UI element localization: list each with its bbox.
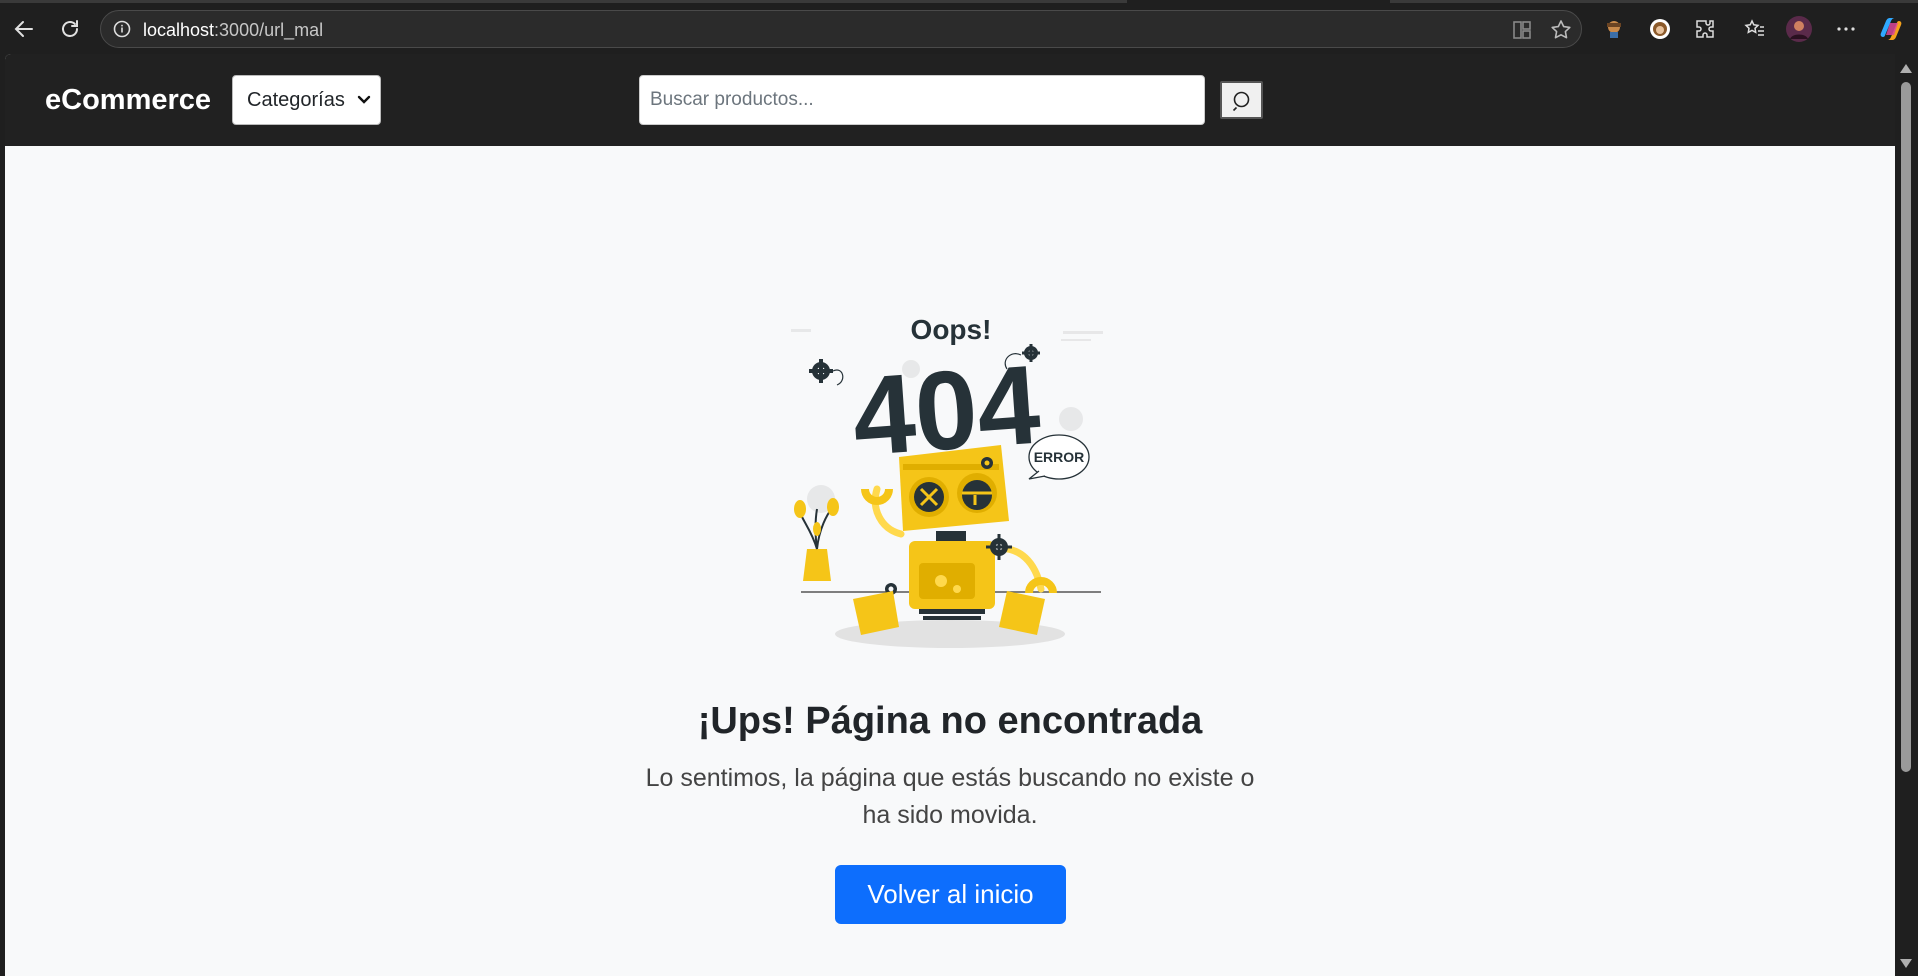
gear-icon bbox=[981, 457, 993, 469]
copilot-button[interactable] bbox=[1877, 15, 1905, 43]
profile-avatar[interactable] bbox=[1785, 15, 1813, 43]
address-bar[interactable]: localhost:3000/url_mal bbox=[100, 10, 1582, 48]
scroll-up-arrow[interactable] bbox=[1900, 64, 1912, 73]
extension-character-icon bbox=[1607, 21, 1621, 38]
apps-icon[interactable] bbox=[1511, 19, 1533, 41]
error-speech-bubble: ERROR bbox=[1028, 434, 1090, 480]
url-host: localhost bbox=[143, 20, 215, 40]
profile-photo-icon bbox=[1786, 16, 1812, 42]
error-message: Lo sentimos, la página que estás buscand… bbox=[645, 764, 1255, 829]
reload-icon bbox=[62, 20, 78, 37]
oops-text: Oops! bbox=[911, 314, 992, 345]
favorites-list-icon bbox=[1744, 19, 1764, 36]
site-info-icon[interactable] bbox=[112, 19, 132, 39]
reload-button[interactable] bbox=[54, 13, 86, 45]
categories-label: Categorías bbox=[247, 88, 345, 111]
extension-profile-icon[interactable] bbox=[1646, 15, 1674, 43]
chevron-down-icon bbox=[357, 95, 371, 104]
robot-left-foot bbox=[853, 591, 899, 635]
more-menu-button[interactable] bbox=[1832, 15, 1860, 43]
robot-right-foot bbox=[999, 591, 1045, 635]
browser-toolbar: localhost:3000/url_mal bbox=[0, 0, 1918, 54]
copilot-icon bbox=[1880, 18, 1902, 40]
back-home-button[interactable]: Volver al inicio bbox=[835, 865, 1066, 924]
back-arrow-icon bbox=[14, 21, 33, 37]
monkey-icon bbox=[1650, 19, 1670, 39]
search-input[interactable] bbox=[639, 75, 1205, 125]
scrollbar-thumb[interactable] bbox=[1901, 82, 1911, 772]
puzzle-icon bbox=[1696, 20, 1714, 38]
ellipsis-icon bbox=[1837, 27, 1855, 31]
favorites-button[interactable] bbox=[1741, 15, 1769, 43]
gear-icon bbox=[809, 359, 833, 383]
search-button[interactable] bbox=[1220, 81, 1263, 119]
categories-dropdown[interactable]: Categorías bbox=[232, 75, 381, 125]
robot-head bbox=[899, 445, 1009, 531]
page-viewport: eCommerce Categorías Oops! bbox=[5, 54, 1895, 976]
site-navbar: eCommerce Categorías bbox=[5, 54, 1895, 146]
page-scrollbar[interactable] bbox=[1895, 54, 1918, 976]
search-icon bbox=[1232, 91, 1249, 112]
url-path: :3000/url_mal bbox=[214, 20, 324, 40]
extension-avatar-icon[interactable] bbox=[1600, 15, 1628, 43]
scroll-down-arrow[interactable] bbox=[1900, 959, 1912, 968]
back-button[interactable] bbox=[8, 13, 40, 45]
url-text[interactable]: localhost:3000/url_mal bbox=[143, 20, 323, 41]
error-title: ¡Ups! Página no encontrada bbox=[697, 700, 1203, 742]
plant-vase bbox=[794, 498, 839, 581]
error-bubble-text: ERROR bbox=[1034, 449, 1085, 465]
robot-body bbox=[909, 541, 995, 620]
404-robot-illustration: Oops! 404 ERROR bbox=[791, 314, 1103, 648]
favorite-star-icon[interactable] bbox=[1549, 18, 1573, 42]
brand-logo[interactable]: eCommerce bbox=[45, 84, 211, 117]
tab-strip-edge bbox=[0, 0, 1127, 3]
tab-strip-edge-right bbox=[1390, 0, 1918, 3]
extensions-button[interactable] bbox=[1691, 15, 1719, 43]
